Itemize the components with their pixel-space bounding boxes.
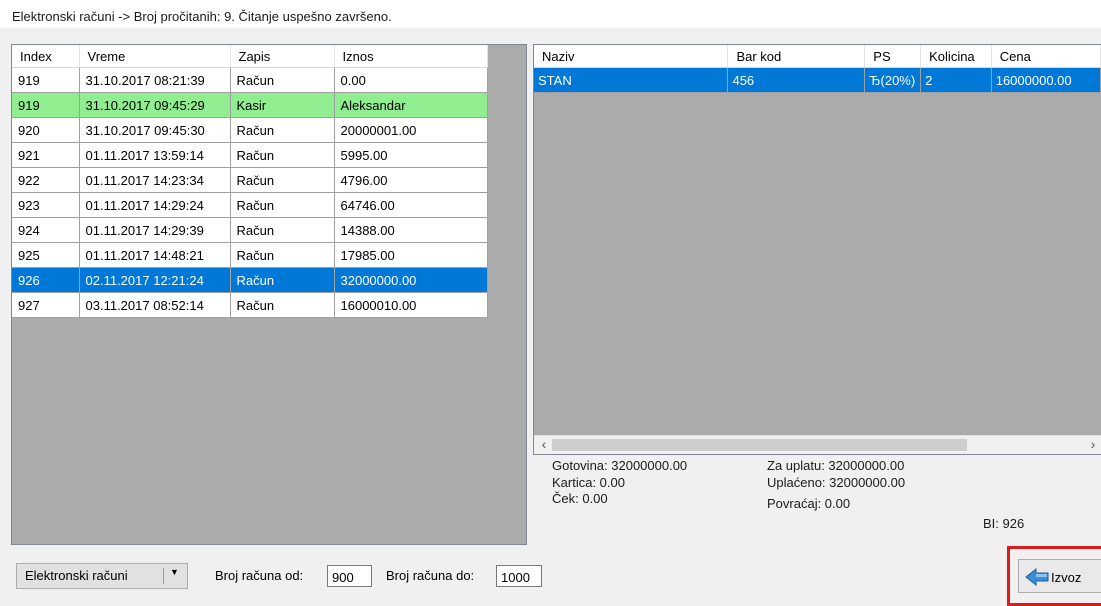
cell-vreme[interactable]: 31.10.2017 09:45:29 xyxy=(79,92,231,118)
column-header-cena[interactable]: Cena xyxy=(991,45,1101,68)
cell-index[interactable]: 921 xyxy=(12,142,80,168)
receipt-row[interactable]: 920 31.10.2017 09:45:30 Račun 20000001.00 xyxy=(12,117,488,143)
cell-iznos[interactable]: 0.00 xyxy=(334,67,488,93)
receipt-row[interactable]: 923 01.11.2017 14:29:24 Račun 64746.00 xyxy=(12,192,488,218)
export-arrow-icon xyxy=(1025,567,1049,587)
cell-index[interactable]: 919 xyxy=(12,92,80,118)
cell-index[interactable]: 926 xyxy=(12,267,80,293)
total-change: Povraćaj: 0.00 xyxy=(767,496,851,511)
cell-iznos[interactable]: 14388.00 xyxy=(334,217,488,243)
items-grid[interactable]: Naziv Bar kod PS Kolicina Cena STAN 456 Ђ(… xyxy=(533,44,1101,455)
to-number-label: Broj računa do: xyxy=(386,568,475,583)
cell-kolicina[interactable]: 2 xyxy=(920,67,992,93)
cell-iznos[interactable]: 4796.00 xyxy=(334,167,488,193)
column-header-index[interactable]: Index xyxy=(12,45,80,68)
cell-index[interactable]: 927 xyxy=(12,292,80,318)
status-text: Elektronski računi -> Broj pročitanih: 9… xyxy=(12,9,392,24)
cell-zapis[interactable]: Račun xyxy=(230,292,335,318)
cell-naziv[interactable]: STAN xyxy=(534,67,729,93)
cell-vreme[interactable]: 02.11.2017 12:21:24 xyxy=(79,267,231,293)
cell-vreme[interactable]: 01.11.2017 14:48:21 xyxy=(79,242,231,268)
total-check: Ček: 0.00 xyxy=(552,491,608,506)
column-header-bar-kod[interactable]: Bar kod xyxy=(727,45,866,68)
cell-vreme[interactable]: 03.11.2017 08:52:14 xyxy=(79,292,231,318)
cell-iznos[interactable]: 32000000.00 xyxy=(334,267,488,293)
receipt-row[interactable]: 919 31.10.2017 08:21:39 Račun 0.00 xyxy=(12,67,488,93)
cell-iznos[interactable]: 17985.00 xyxy=(334,242,488,268)
receipt-row[interactable]: 922 01.11.2017 14:23:34 Račun 4796.00 xyxy=(12,167,488,193)
cell-index[interactable]: 925 xyxy=(12,242,80,268)
receipt-row[interactable]: 925 01.11.2017 14:48:21 Račun 17985.00 xyxy=(12,242,488,268)
receipt-row[interactable]: 927 03.11.2017 08:52:14 Račun 16000010.00 xyxy=(12,292,488,318)
receipts-header-row: Index Vreme Zapis Iznos xyxy=(12,45,488,68)
column-header-zapis[interactable]: Zapis xyxy=(230,45,335,68)
cell-vreme[interactable]: 31.10.2017 09:45:30 xyxy=(79,117,231,143)
item-row[interactable]: STAN 456 Ђ(20%) 2 16000000.00 xyxy=(534,67,1101,93)
total-card: Kartica: 0.00 xyxy=(552,475,625,490)
column-header-naziv[interactable]: Naziv xyxy=(534,45,729,68)
cell-zapis[interactable]: Račun xyxy=(230,217,335,243)
column-header-kolicina[interactable]: Kolicina xyxy=(920,45,992,68)
cell-iznos[interactable]: 16000010.00 xyxy=(334,292,488,318)
status-bar: Elektronski računi -> Broj pročitanih: 9… xyxy=(0,0,1101,28)
total-paid: Uplaćeno: 32000000.00 xyxy=(767,475,906,490)
cell-vreme[interactable]: 01.11.2017 14:29:24 xyxy=(79,192,231,218)
source-type-value: Elektronski računi xyxy=(25,568,128,583)
export-button-label: Izvoz xyxy=(1051,570,1082,585)
column-header-ps[interactable]: PS xyxy=(864,45,922,68)
cell-zapis[interactable]: Račun xyxy=(230,242,335,268)
receipt-number-bi: BI: 926 xyxy=(983,516,1025,531)
cell-cena[interactable]: 16000000.00 xyxy=(991,67,1101,93)
scrollbar-thumb[interactable] xyxy=(552,439,967,451)
column-header-vreme[interactable]: Vreme xyxy=(79,45,231,68)
cell-iznos[interactable]: 5995.00 xyxy=(334,142,488,168)
column-header-iznos[interactable]: Iznos xyxy=(334,45,488,68)
cell-iznos[interactable]: 64746.00 xyxy=(334,192,488,218)
receipt-row[interactable]: 924 01.11.2017 14:29:39 Račun 14388.00 xyxy=(12,217,488,243)
total-to-pay: Za uplatu: 32000000.00 xyxy=(767,458,905,473)
scroll-right-icon[interactable]: › xyxy=(1085,437,1101,453)
cell-vreme[interactable]: 01.11.2017 13:59:14 xyxy=(79,142,231,168)
cell-zapis[interactable]: Račun xyxy=(230,267,335,293)
cell-index[interactable]: 924 xyxy=(12,217,80,243)
cell-vreme[interactable]: 01.11.2017 14:23:34 xyxy=(79,167,231,193)
cell-ps[interactable]: Ђ(20%) xyxy=(864,67,922,93)
cell-zapis[interactable]: Račun xyxy=(230,192,335,218)
receipt-row[interactable]: 919 31.10.2017 09:45:29 Kasir Aleksandar xyxy=(12,92,488,118)
scroll-left-icon[interactable]: ‹ xyxy=(536,437,552,453)
cell-iznos[interactable]: 20000001.00 xyxy=(334,117,488,143)
cell-zapis[interactable]: Račun xyxy=(230,117,335,143)
export-button[interactable]: Izvoz xyxy=(1018,559,1101,593)
cell-index[interactable]: 923 xyxy=(12,192,80,218)
receipt-row[interactable]: 926 02.11.2017 12:21:24 Račun 32000000.00 xyxy=(12,267,488,293)
cell-zapis[interactable]: Kasir xyxy=(230,92,335,118)
cell-index[interactable]: 922 xyxy=(12,167,80,193)
receipts-grid[interactable]: Index Vreme Zapis Iznos 919 31.10.2017 08… xyxy=(11,44,527,545)
source-type-dropdown[interactable]: Elektronski računi ▼ xyxy=(16,563,188,589)
from-number-input[interactable] xyxy=(327,565,372,587)
status-strip xyxy=(0,28,1101,44)
cell-bar-kod[interactable]: 456 xyxy=(727,67,866,93)
items-table: Naziv Bar kod PS Kolicina Cena STAN 456 Ђ(… xyxy=(534,45,1101,93)
cell-index[interactable]: 920 xyxy=(12,117,80,143)
cell-index[interactable]: 919 xyxy=(12,67,80,93)
cell-vreme[interactable]: 31.10.2017 08:21:39 xyxy=(79,67,231,93)
cell-iznos[interactable]: Aleksandar xyxy=(334,92,488,118)
receipt-row[interactable]: 921 01.11.2017 13:59:14 Račun 5995.00 xyxy=(12,142,488,168)
cell-zapis[interactable]: Račun xyxy=(230,67,335,93)
cell-zapis[interactable]: Račun xyxy=(230,167,335,193)
cell-vreme[interactable]: 01.11.2017 14:29:39 xyxy=(79,217,231,243)
receipts-table: Index Vreme Zapis Iznos 919 31.10.2017 08… xyxy=(12,45,488,318)
total-cash: Gotovina: 32000000.00 xyxy=(552,458,688,473)
dropdown-separator xyxy=(163,568,164,584)
from-number-label: Broj računa od: xyxy=(215,568,304,583)
to-number-input[interactable] xyxy=(496,565,542,587)
horizontal-scrollbar[interactable]: ‹ › xyxy=(534,435,1101,454)
chevron-down-icon[interactable]: ▼ xyxy=(170,567,179,577)
cell-zapis[interactable]: Račun xyxy=(230,142,335,168)
items-header-row: Naziv Bar kod PS Kolicina Cena xyxy=(534,45,1101,68)
